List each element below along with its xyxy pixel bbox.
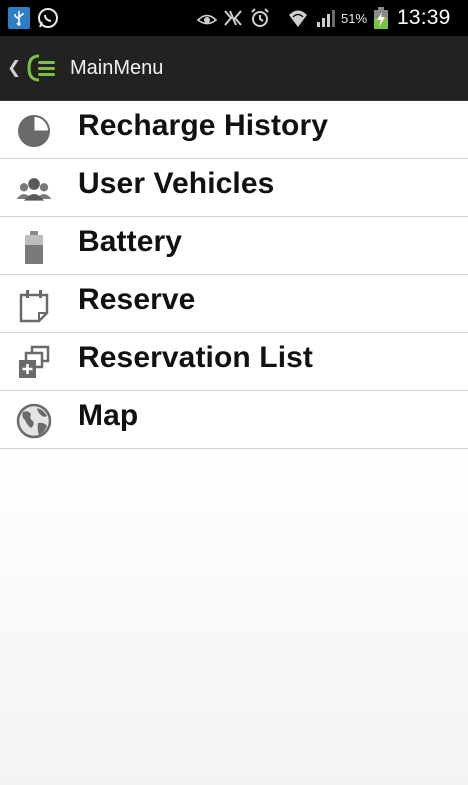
menu-item-label: Reservation List [78,341,314,374]
calendar-icon [14,285,54,325]
globe-icon [14,401,54,441]
menu-item-label: User Vehicles [78,167,275,200]
menu-item-label: Reserve [78,283,196,316]
main-menu-list: Recharge History User Vehicles Battery R… [0,101,468,449]
menu-item-label: Battery [78,225,183,258]
alarm-icon [249,0,271,36]
battery-percentage: 51% [341,10,368,26]
screen: 51% 13:39 ❮ MainMenu Recharge History Us… [0,0,468,785]
eye-icon [196,0,218,36]
menu-item-reserve[interactable]: Reserve [0,275,468,333]
menu-item-recharge-history[interactable]: Recharge History [0,101,468,159]
status-bar: 51% 13:39 [0,0,468,36]
clock-icon [14,111,54,151]
signal-icon [315,0,337,36]
nfc-icon [222,0,244,36]
menu-item-user-vehicles[interactable]: User Vehicles [0,159,468,217]
battery-icon [14,227,54,267]
app-logo-icon[interactable] [26,52,58,84]
menu-item-reservation-list[interactable]: Reservation List [0,333,468,391]
whatsapp-icon [36,0,62,36]
usb-icon [8,7,30,29]
back-chevron-icon[interactable]: ❮ [7,58,21,78]
action-bar: ❮ MainMenu [0,36,468,101]
menu-item-map[interactable]: Map [0,391,468,449]
menu-item-battery[interactable]: Battery [0,217,468,275]
action-bar-title: MainMenu [70,57,164,79]
menu-item-label: Map [78,399,139,432]
add-to-list-icon [14,343,54,383]
users-icon [14,169,54,209]
menu-item-label: Recharge History [78,109,329,142]
wifi-icon [287,0,309,36]
status-clock: 13:39 [397,6,451,29]
battery-charging-icon [373,0,389,36]
